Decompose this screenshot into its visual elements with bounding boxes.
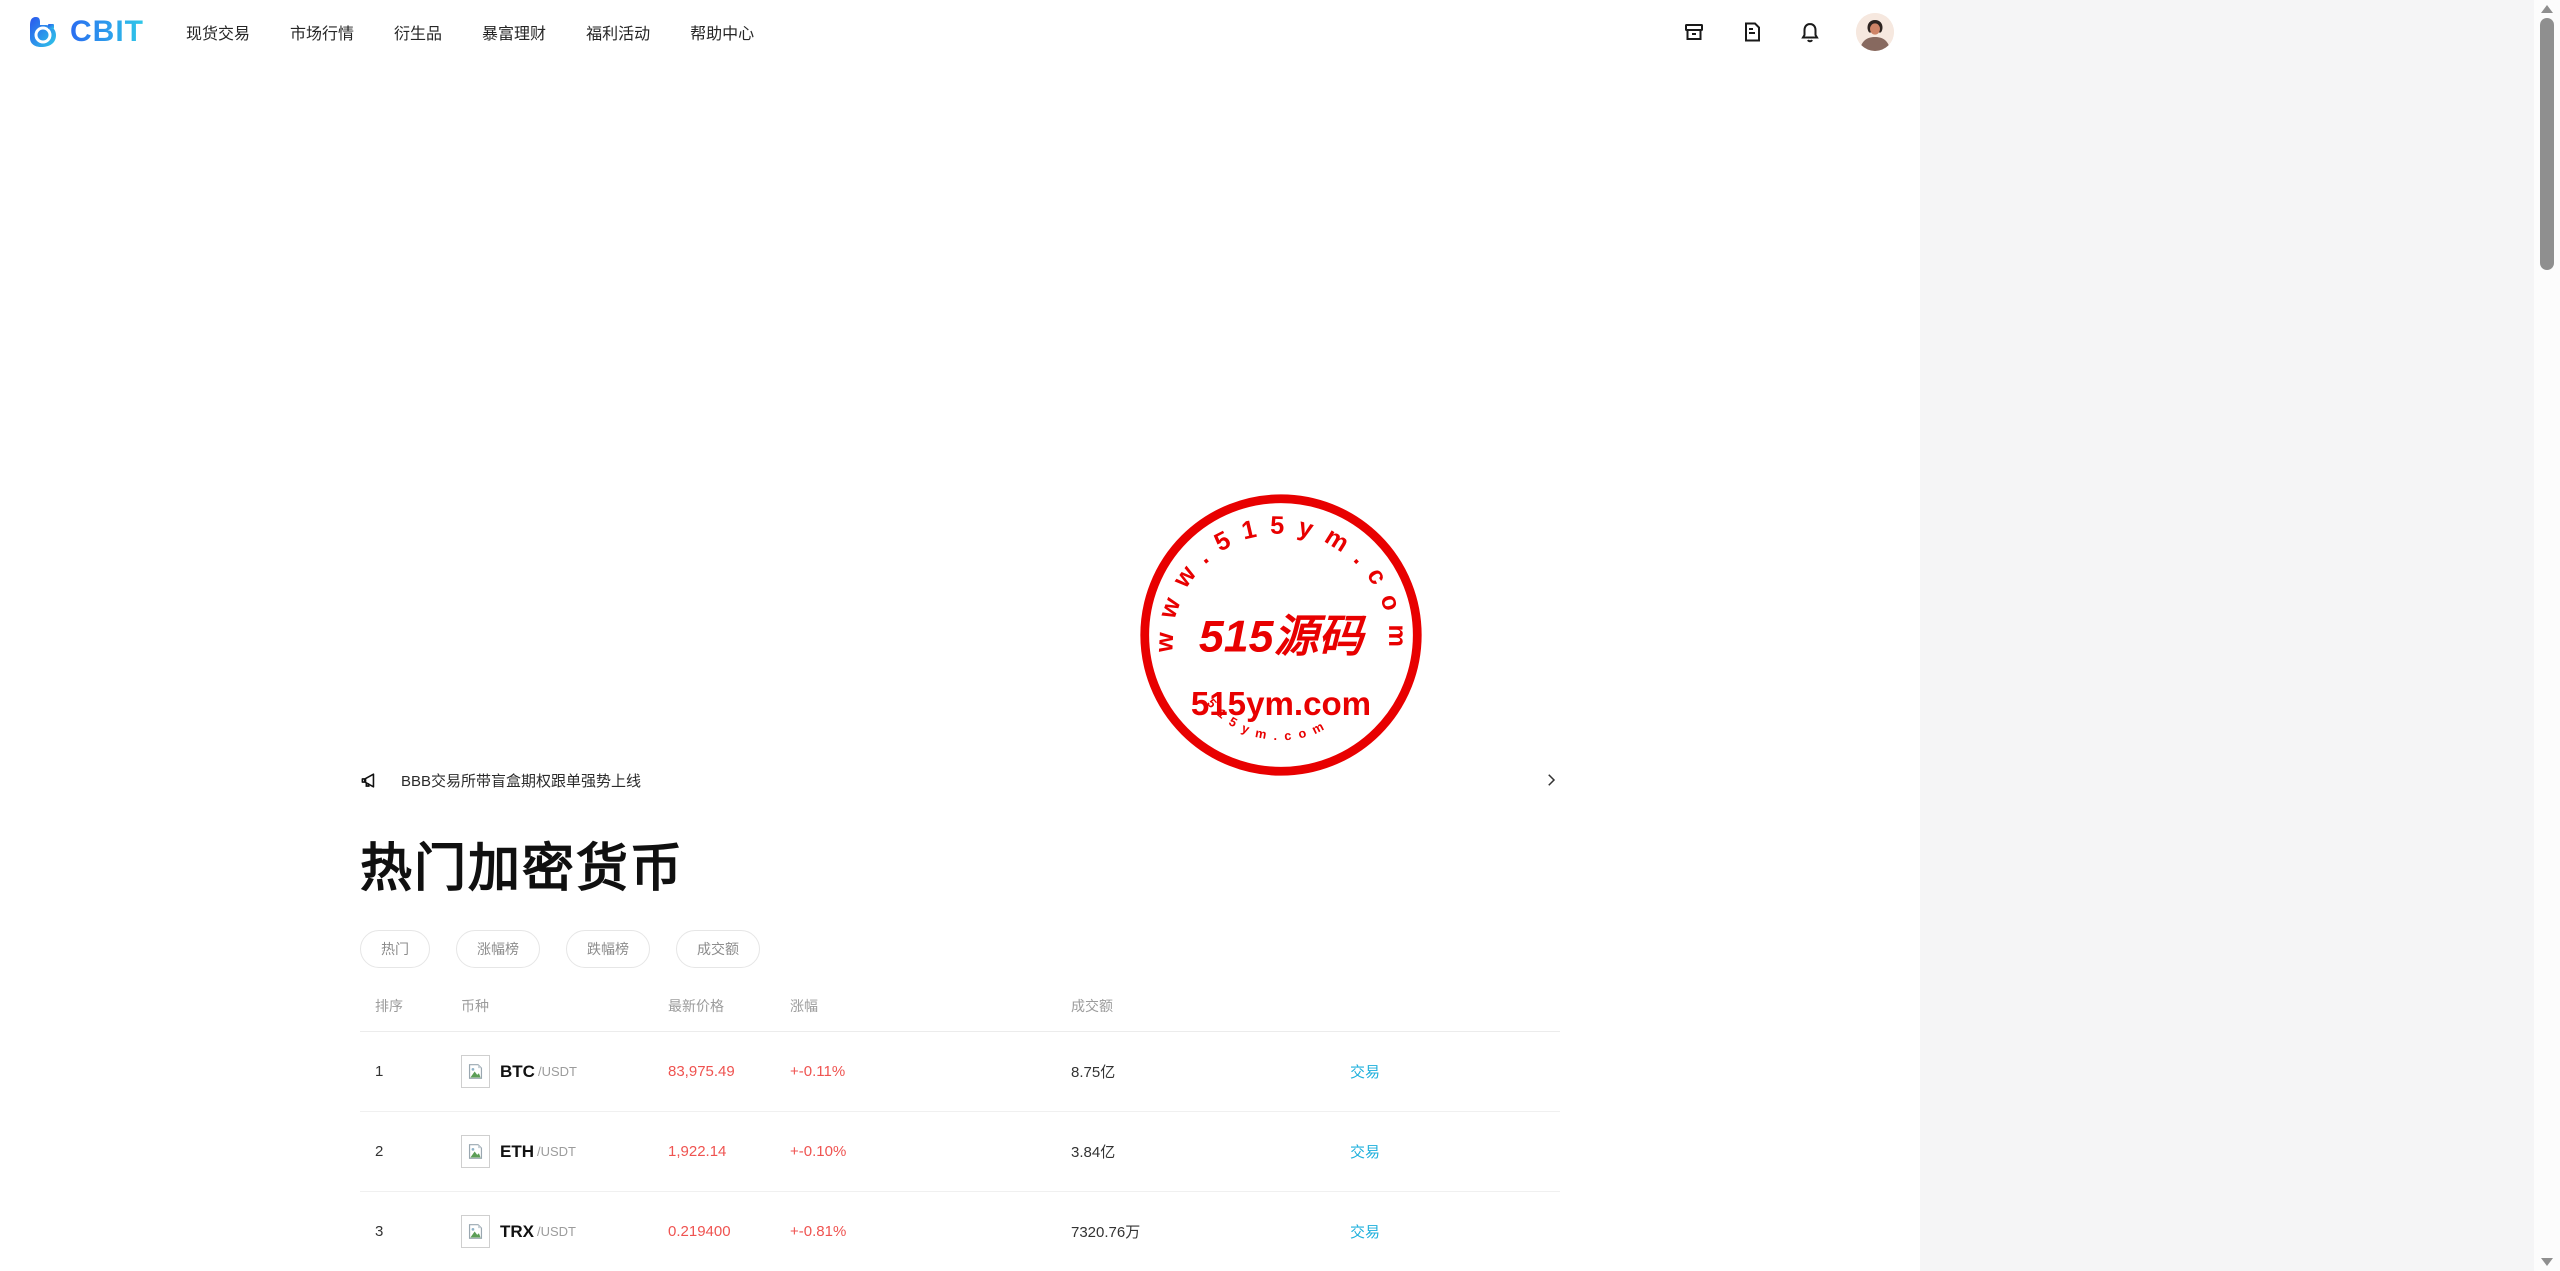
filter-volume[interactable]: 成交额 — [676, 930, 760, 968]
price-cell: 83,975.49 — [668, 1063, 790, 1080]
scrollbar-thumb[interactable] — [2540, 18, 2554, 270]
volume-cell: 7320.76万 — [1071, 1221, 1350, 1242]
stamp-domain-text: 515ym.com — [1191, 686, 1371, 723]
col-coin: 币种 — [461, 996, 668, 1016]
table-row[interactable]: 3 TRX /USDT 0.219400 +-0.81% 7320.76万 交易 — [360, 1192, 1560, 1271]
page-title: 热门加密货币 — [360, 838, 1560, 900]
header-right — [1682, 13, 1894, 51]
broken-image-icon — [461, 1055, 490, 1088]
coin-cell: ETH /USDT — [461, 1135, 668, 1168]
scrollbar[interactable] — [2534, 0, 2560, 1271]
trade-link[interactable]: 交易 — [1350, 1144, 1380, 1161]
nav-item-help[interactable]: 帮助中心 — [690, 20, 754, 44]
chevron-right-icon[interactable] — [1542, 771, 1560, 789]
price-cell: 1,922.14 — [668, 1143, 790, 1160]
watermark-stamp: www.515ym.com 515源码 515ym.com 515ym.com — [1135, 489, 1427, 781]
coin-pair: /USDT — [537, 1224, 576, 1239]
stamp-center-text: 515源码 — [1199, 612, 1366, 662]
filter-hot[interactable]: 热门 — [360, 930, 430, 968]
nav-item-derivatives[interactable]: 衍生品 — [394, 20, 442, 44]
orders-document-icon[interactable] — [1740, 20, 1764, 44]
page: CBIT 现货交易 市场行情 衍生品 暴富理财 福利活动 帮助中心 — [0, 0, 1920, 1271]
price-cell: 0.219400 — [668, 1223, 790, 1240]
stamp-top-arc-text: www.515ym.com — [1150, 512, 1411, 660]
coin-symbol: BTC — [500, 1062, 535, 1082]
volume-cell: 3.84亿 — [1071, 1141, 1350, 1162]
main-nav: 现货交易 市场行情 衍生品 暴富理财 福利活动 帮助中心 — [186, 20, 754, 44]
coin-pair: /USDT — [537, 1144, 576, 1159]
scroll-down-arrow-icon[interactable] — [2541, 1258, 2553, 1266]
announcement-text: BBB交易所带盲盒期权跟单强势上线 — [401, 770, 641, 791]
trade-link[interactable]: 交易 — [1350, 1224, 1380, 1241]
table-header: 排序 币种 最新价格 涨幅 成交额 — [360, 996, 1560, 1032]
filter-gainers[interactable]: 涨幅榜 — [456, 930, 540, 968]
megaphone-icon — [360, 771, 379, 790]
coin-symbol: ETH — [500, 1142, 534, 1162]
nav-item-markets[interactable]: 市场行情 — [290, 20, 354, 44]
rank-cell: 2 — [360, 1143, 461, 1160]
announcement-banner[interactable]: BBB交易所带盲盒期权跟单强势上线 — [360, 762, 1560, 798]
logo[interactable]: CBIT — [26, 14, 144, 50]
col-price: 最新价格 — [668, 996, 790, 1016]
rank-cell: 3 — [360, 1223, 461, 1240]
coin-symbol: TRX — [500, 1222, 534, 1242]
filter-losers[interactable]: 跌幅榜 — [566, 930, 650, 968]
top-navbar: CBIT 现货交易 市场行情 衍生品 暴富理财 福利活动 帮助中心 — [0, 0, 1920, 64]
logo-icon — [26, 14, 62, 50]
coin-cell: BTC /USDT — [461, 1055, 668, 1088]
coin-cell: TRX /USDT — [461, 1215, 668, 1248]
change-cell: +-0.81% — [790, 1223, 1071, 1240]
nav-item-promotions[interactable]: 福利活动 — [586, 20, 650, 44]
nav-item-spot[interactable]: 现货交易 — [186, 20, 250, 44]
volume-cell: 8.75亿 — [1071, 1061, 1350, 1082]
rank-cell: 1 — [360, 1063, 461, 1080]
coin-pair: /USDT — [538, 1064, 577, 1079]
trade-link[interactable]: 交易 — [1350, 1064, 1380, 1081]
change-cell: +-0.11% — [790, 1063, 1071, 1080]
col-volume: 成交额 — [1071, 996, 1350, 1016]
main-content: BBB交易所带盲盒期权跟单强势上线 热门加密货币 热门 涨幅榜 跌幅榜 成交额 … — [360, 762, 1560, 1271]
change-cell: +-0.10% — [790, 1143, 1071, 1160]
table-row[interactable]: 1 BTC /USDT 83,975.49 +-0.11% 8.75亿 交易 — [360, 1032, 1560, 1112]
stamp-bottom-arc-text: 515ym.com — [1204, 696, 1333, 743]
avatar-image — [1856, 13, 1894, 51]
notifications-bell-icon[interactable] — [1798, 20, 1822, 44]
logo-text: CBIT — [70, 15, 144, 49]
broken-image-icon — [461, 1135, 490, 1168]
broken-image-icon — [461, 1215, 490, 1248]
assets-archive-icon[interactable] — [1682, 20, 1706, 44]
filter-tabs: 热门 涨幅榜 跌幅榜 成交额 — [360, 930, 1560, 968]
table-row[interactable]: 2 ETH /USDT 1,922.14 +-0.10% 3.84亿 交易 — [360, 1112, 1560, 1192]
nav-item-wealth[interactable]: 暴富理财 — [482, 20, 546, 44]
user-avatar[interactable] — [1856, 13, 1894, 51]
col-change: 涨幅 — [790, 996, 1071, 1016]
col-rank: 排序 — [360, 996, 461, 1016]
scroll-up-arrow-icon[interactable] — [2541, 5, 2553, 13]
